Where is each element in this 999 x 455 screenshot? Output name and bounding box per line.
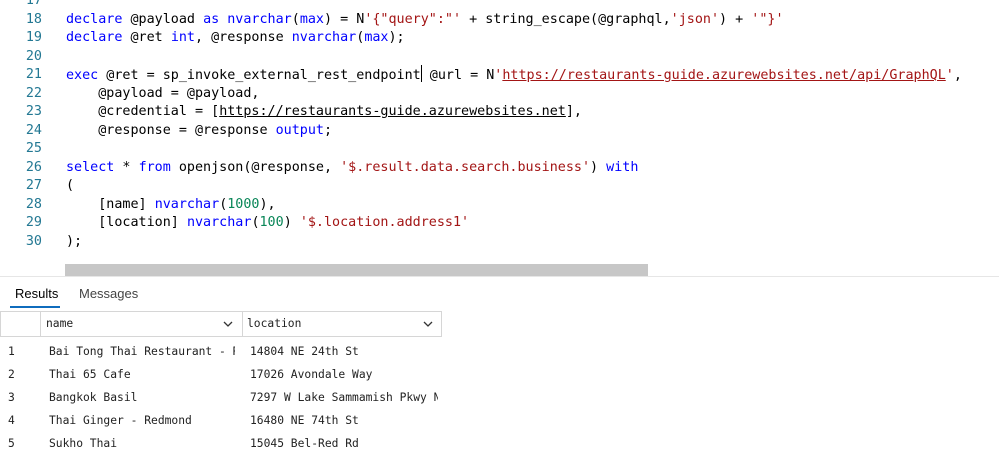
code-line[interactable]: 22 @payload = @payload, bbox=[0, 84, 999, 103]
line-number: 24 bbox=[25, 122, 42, 138]
line-number: 19 bbox=[25, 30, 42, 45]
row-number: 4 bbox=[8, 414, 15, 427]
table-row[interactable]: 5 Sukho Thai 15045 Bel-Red Rd bbox=[0, 432, 442, 455]
code-line[interactable]: 30); bbox=[0, 232, 999, 251]
table-row[interactable]: 3 Bangkok Basil 7297 W Lake Sammamish Pk… bbox=[0, 386, 442, 409]
code-line[interactable]: 25 bbox=[0, 139, 999, 158]
line-number: 20 bbox=[25, 48, 42, 64]
row-number: 2 bbox=[8, 368, 15, 381]
results-pane: Results Messages name location 1 Bai Ton… bbox=[0, 276, 999, 455]
tab-messages[interactable]: Messages bbox=[79, 286, 138, 301]
cell-location[interactable]: 17026 Avondale Way bbox=[250, 363, 438, 386]
code-line[interactable]: 18 declare @payload as nvarchar(max) = N'… bbox=[0, 10, 999, 29]
code-text[interactable]: ); bbox=[66, 232, 82, 251]
horizontal-scrollbar[interactable] bbox=[65, 264, 648, 276]
line-number: 22 bbox=[25, 85, 42, 101]
chevron-down-icon[interactable] bbox=[422, 318, 434, 330]
line-number: 27 bbox=[25, 178, 42, 193]
cell-location[interactable]: 14804 NE 24th St bbox=[250, 340, 438, 363]
code-line[interactable]: 21 exec @ret = sp_invoke_external_rest_en… bbox=[0, 65, 999, 84]
code-text[interactable]: @payload = @payload, bbox=[66, 84, 259, 103]
column-header-name[interactable]: name bbox=[41, 312, 241, 336]
line-number: 18 bbox=[25, 11, 42, 27]
cell-name[interactable]: Sukho Thai bbox=[49, 432, 235, 455]
code-line[interactable]: 24 @response = @response output; bbox=[0, 121, 999, 140]
code-line[interactable]: 19 declare @ret int, @response nvarchar(m… bbox=[0, 28, 999, 47]
cell-location[interactable]: 15045 Bel-Red Rd bbox=[250, 432, 438, 455]
code-text[interactable]: declare @ret int, @response nvarchar(max… bbox=[66, 28, 405, 47]
line-number: 26 bbox=[25, 159, 42, 175]
cell-location[interactable]: 16480 NE 74th St bbox=[250, 409, 438, 432]
cell-name[interactable]: Thai Ginger - Redmond bbox=[49, 409, 235, 432]
line-number: 29 bbox=[25, 215, 42, 230]
column-header-label: name bbox=[46, 317, 74, 330]
line-number: 17 bbox=[25, 0, 42, 8]
code-editor[interactable]: 17 18 declare @payload as nvarchar(max) = … bbox=[0, 0, 999, 276]
code-line[interactable]: 26 select * from openjson(@response, '$.r… bbox=[0, 158, 999, 177]
cell-name[interactable]: Bangkok Basil bbox=[49, 386, 235, 409]
code-text[interactable]: @response = @response output; bbox=[66, 121, 332, 140]
table-row[interactable]: 2 Thai 65 Cafe 17026 Avondale Way bbox=[0, 363, 442, 386]
row-number: 3 bbox=[8, 391, 15, 404]
code-text[interactable]: [location] nvarchar(100) '$.location.add… bbox=[66, 213, 469, 232]
code-text[interactable]: exec @ret = sp_invoke_external_rest_endp… bbox=[66, 65, 962, 85]
code-line[interactable]: 28 [name] nvarchar(1000), bbox=[0, 195, 999, 214]
code-text[interactable]: @credential = [https://restaurants-guide… bbox=[66, 102, 582, 121]
code-line[interactable]: 23 @credential = [https://restaurants-gu… bbox=[0, 102, 999, 121]
code-text[interactable]: select * from openjson(@response, '$.res… bbox=[66, 158, 638, 177]
row-number: 5 bbox=[8, 437, 15, 450]
line-number: 25 bbox=[25, 141, 42, 156]
code-line[interactable]: 20 bbox=[0, 47, 999, 66]
chevron-down-icon[interactable] bbox=[222, 318, 234, 330]
line-number: 30 bbox=[25, 233, 42, 249]
line-number: 23 bbox=[25, 104, 42, 119]
cell-location[interactable]: 7297 W Lake Sammamish Pkwy NE bbox=[250, 386, 438, 409]
code-line[interactable]: 17 bbox=[0, 0, 999, 10]
column-header-location[interactable]: location bbox=[242, 312, 442, 336]
results-tabs: Results Messages bbox=[0, 277, 999, 311]
line-number: 21 bbox=[25, 67, 42, 82]
row-number: 1 bbox=[8, 345, 15, 358]
tab-results[interactable]: Results bbox=[15, 286, 58, 301]
cell-name[interactable]: Thai 65 Cafe bbox=[49, 363, 235, 386]
code-line[interactable]: 29 [location] nvarchar(100) '$.location.… bbox=[0, 213, 999, 232]
table-row[interactable]: 1 Bai Tong Thai Restaurant - R… 14804 NE… bbox=[0, 340, 442, 363]
code-line[interactable]: 27 ( bbox=[0, 176, 999, 195]
table-row[interactable]: 4 Thai Ginger - Redmond 16480 NE 74th St bbox=[0, 409, 442, 432]
code-text[interactable]: declare @payload as nvarchar(max) = N'{"… bbox=[66, 10, 784, 29]
line-number: 28 bbox=[25, 196, 42, 212]
tab-active-indicator bbox=[10, 306, 60, 308]
grid-header: name location bbox=[0, 311, 442, 337]
code-text[interactable]: [name] nvarchar(1000), bbox=[66, 195, 275, 214]
column-header-label: location bbox=[247, 317, 302, 330]
cell-name[interactable]: Bai Tong Thai Restaurant - R… bbox=[49, 340, 235, 363]
code-text[interactable]: ( bbox=[66, 176, 74, 195]
